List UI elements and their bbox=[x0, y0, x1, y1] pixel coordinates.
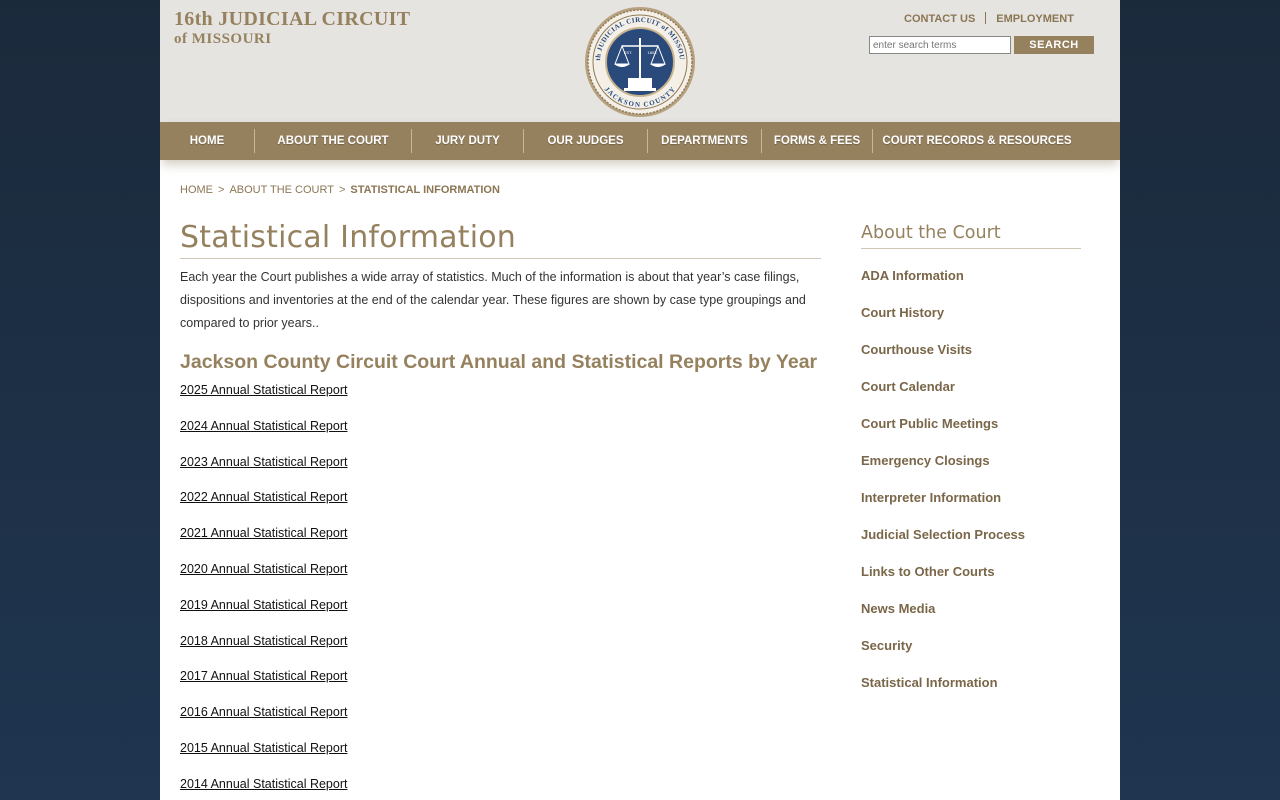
list-item: 2016 Annual Statistical Report bbox=[180, 703, 347, 739]
employment-link[interactable]: EMPLOYMENT bbox=[996, 13, 1074, 25]
nav-item-court-records-resources[interactable]: COURT RECORDS & RESOURCES bbox=[873, 130, 1081, 152]
list-item: ADA Information bbox=[861, 267, 1025, 304]
sidebar-nav: ADA Information Court History Courthouse… bbox=[861, 267, 1025, 711]
list-item: 2017 Annual Statistical Report bbox=[180, 667, 347, 703]
brand-line-2: of MISSOURI bbox=[174, 31, 272, 47]
breadcrumb-home[interactable]: HOME bbox=[180, 184, 213, 196]
list-item: 2019 Annual Statistical Report bbox=[180, 596, 347, 632]
list-item: 2024 Annual Statistical Report bbox=[180, 417, 347, 453]
report-link-2025[interactable]: 2025 Annual Statistical Report bbox=[180, 383, 347, 397]
list-item: 2014 Annual Statistical Report bbox=[180, 775, 347, 800]
search-button[interactable]: SEARCH bbox=[1014, 36, 1094, 54]
list-item: Court Calendar bbox=[861, 378, 1025, 415]
list-item: Statistical Information bbox=[861, 674, 1025, 711]
breadcrumb: HOME > ABOUT THE COURT > STATISTICAL INFORMA… bbox=[180, 184, 500, 196]
list-item: Interpreter Information bbox=[861, 489, 1025, 526]
breadcrumb-separator: > bbox=[338, 184, 346, 196]
report-link-2018[interactable]: 2018 Annual Statistical Report bbox=[180, 634, 347, 648]
breadcrumb-separator: > bbox=[218, 184, 225, 196]
list-item: 2020 Annual Statistical Report bbox=[180, 560, 347, 596]
sidebar-item-statistical-information[interactable]: Statistical Information bbox=[861, 675, 998, 690]
sidebar-item-security[interactable]: Security bbox=[861, 638, 912, 653]
search-input[interactable] bbox=[869, 36, 1011, 54]
sidebar-title: About the Court bbox=[861, 222, 1081, 249]
reports-list: 2025 Annual Statistical Report 2024 Annu… bbox=[180, 381, 347, 800]
main-nav: HOME ABOUT THE COURT JURY DUTY OUR JUDGE… bbox=[160, 122, 1120, 160]
sidebar-item-court-calendar[interactable]: Court Calendar bbox=[861, 379, 955, 394]
nav-item-jury-duty[interactable]: JURY DUTY bbox=[412, 130, 523, 152]
report-link-2014[interactable]: 2014 Annual Statistical Report bbox=[180, 777, 347, 791]
intro-text: Each year the Court publishes a wide arr… bbox=[180, 270, 806, 330]
list-item: Security bbox=[861, 637, 1025, 674]
report-link-2020[interactable]: 2020 Annual Statistical Report bbox=[180, 562, 347, 576]
report-link-2017[interactable]: 2017 Annual Statistical Report bbox=[180, 669, 347, 683]
court-seal-logo[interactable]: 16th JUDICIAL CIRCUIT of MISSOURI JACKSO… bbox=[584, 6, 696, 118]
list-item: 2021 Annual Statistical Report bbox=[180, 524, 347, 560]
sidebar-item-interpreter-information[interactable]: Interpreter Information bbox=[861, 490, 1001, 505]
seal-year-text: 1803 bbox=[648, 50, 658, 55]
sidebar-item-court-history[interactable]: Court History bbox=[861, 305, 944, 320]
nav-item-about-the-court[interactable]: ABOUT THE COURT bbox=[255, 130, 411, 152]
nav-item-our-judges[interactable]: OUR JUDGES bbox=[524, 130, 647, 152]
list-item: 2023 Annual Statistical Report bbox=[180, 453, 347, 489]
sidebar-item-judicial-selection-process[interactable]: Judicial Selection Process bbox=[861, 527, 1025, 542]
brand-line-1: 16th JUDICIAL CIRCUIT bbox=[174, 8, 411, 30]
contact-us-link[interactable]: CONTACT US bbox=[904, 13, 975, 25]
report-link-2022[interactable]: 2022 Annual Statistical Report bbox=[180, 490, 347, 504]
sidebar-item-emergency-closings[interactable]: Emergency Closings bbox=[861, 453, 990, 468]
page: 16th JUDICIAL CIRCUIT of MISSOURI 16th J… bbox=[160, 0, 1120, 800]
list-item: 2018 Annual Statistical Report bbox=[180, 632, 347, 668]
report-link-2015[interactable]: 2015 Annual Statistical Report bbox=[180, 741, 347, 755]
site-header: 16th JUDICIAL CIRCUIT of MISSOURI 16th J… bbox=[160, 0, 1120, 122]
page-title: Statistical Information bbox=[180, 220, 821, 259]
list-item: 2022 Annual Statistical Report bbox=[180, 488, 347, 524]
reports-heading: Jackson County Circuit Court Annual and … bbox=[180, 351, 818, 373]
nav-item-forms-fees[interactable]: FORMS & FEES bbox=[762, 130, 872, 152]
list-item: Court Public Meetings bbox=[861, 415, 1025, 452]
sidebar-item-ada-information[interactable]: ADA Information bbox=[861, 268, 964, 283]
list-item: 2015 Annual Statistical Report bbox=[180, 739, 347, 775]
list-item: Courthouse Visits bbox=[861, 341, 1025, 378]
list-item: Emergency Closings bbox=[861, 452, 1025, 489]
nav-item-home[interactable]: HOME bbox=[160, 130, 254, 152]
list-item: Court History bbox=[861, 304, 1025, 341]
breadcrumb-current: STATISTICAL INFORMATION bbox=[350, 184, 500, 196]
report-link-2024[interactable]: 2024 Annual Statistical Report bbox=[180, 419, 347, 433]
sidebar-item-news-media[interactable]: News Media bbox=[861, 601, 935, 616]
breadcrumb-about-the-court[interactable]: ABOUT THE COURT bbox=[229, 184, 334, 196]
sidebar-item-links-to-other-courts[interactable]: Links to Other Courts bbox=[861, 564, 995, 579]
list-item: News Media bbox=[861, 600, 1025, 637]
list-item: 2025 Annual Statistical Report bbox=[180, 381, 347, 417]
report-link-2019[interactable]: 2019 Annual Statistical Report bbox=[180, 598, 347, 612]
report-link-2016[interactable]: 2016 Annual Statistical Report bbox=[180, 705, 347, 719]
report-link-2023[interactable]: 2023 Annual Statistical Report bbox=[180, 455, 347, 469]
utility-divider bbox=[985, 12, 987, 24]
sidebar-item-courthouse-visits[interactable]: Courthouse Visits bbox=[861, 342, 972, 357]
list-item: Links to Other Courts bbox=[861, 563, 1025, 600]
seal-est-text: EST. bbox=[624, 50, 632, 55]
nav-item-departments[interactable]: DEPARTMENTS bbox=[648, 130, 761, 152]
sidebar-item-court-public-meetings[interactable]: Court Public Meetings bbox=[861, 416, 998, 431]
utility-links: CONTACT US EMPLOYMENT bbox=[904, 12, 1074, 25]
list-item: Judicial Selection Process bbox=[861, 526, 1025, 563]
site-logo-text[interactable]: 16th JUDICIAL CIRCUIT of MISSOURI bbox=[174, 8, 410, 48]
report-link-2021[interactable]: 2021 Annual Statistical Report bbox=[180, 526, 347, 540]
